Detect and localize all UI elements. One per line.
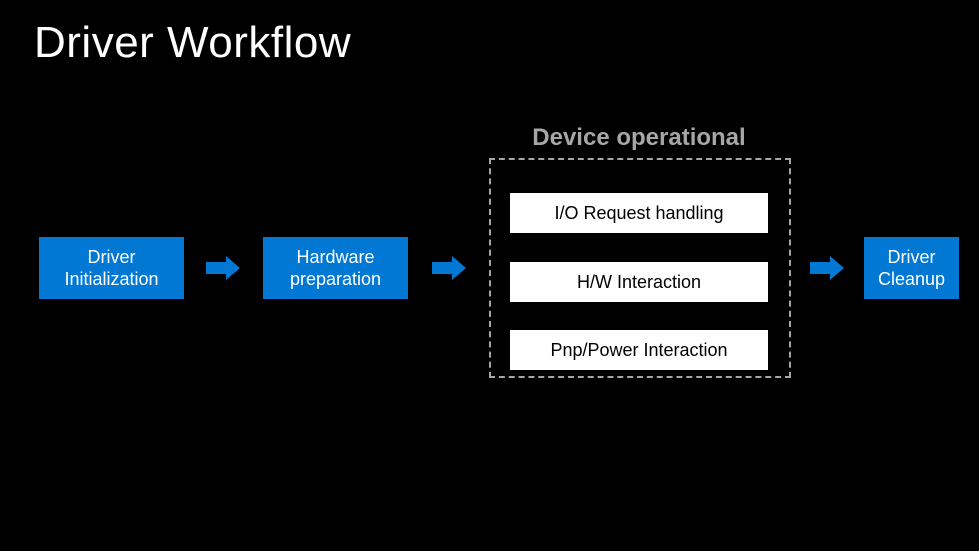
box-driver-cleanup: Driver Cleanup xyxy=(864,237,959,299)
arrow-icon xyxy=(810,256,844,280)
slide-title: Driver Workflow xyxy=(34,18,351,68)
box-hardware-preparation: Hardware preparation xyxy=(263,237,408,299)
box-io-request-handling: I/O Request handling xyxy=(510,193,768,233)
arrow-icon xyxy=(206,256,240,280)
box-hw-interaction: H/W Interaction xyxy=(510,262,768,302)
arrow-icon xyxy=(432,256,466,280)
box-pnp-power-interaction: Pnp/Power Interaction xyxy=(510,330,768,370)
box-driver-initialization: Driver Initialization xyxy=(39,237,184,299)
slide: Driver Workflow Device operational Drive… xyxy=(0,0,979,551)
section-label: Device operational xyxy=(489,124,789,152)
